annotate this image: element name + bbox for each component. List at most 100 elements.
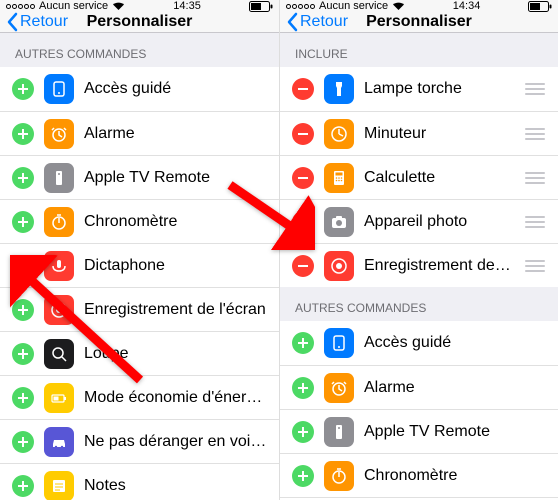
row-label: Chronomètre	[84, 213, 267, 231]
drag-handle-icon[interactable]	[524, 260, 546, 272]
signal-icon	[6, 4, 35, 9]
list-item: Mode économie d'énergie	[0, 375, 279, 419]
status-bar: Aucun service 14:35	[0, 0, 279, 12]
add-button[interactable]	[12, 123, 34, 145]
row-label: Loupe	[84, 345, 267, 363]
add-button[interactable]	[12, 78, 34, 100]
row-label: Alarme	[84, 125, 267, 143]
list-item: Alarme	[0, 111, 279, 155]
row-label: Notes	[84, 477, 267, 495]
remove-button[interactable]	[292, 211, 314, 233]
carrier-label: Aucun service	[39, 0, 108, 12]
list-item: Loupe	[0, 331, 279, 375]
phone-right: Aucun service 14:34 Retour Personnaliser…	[279, 0, 558, 500]
calc-icon	[324, 163, 354, 193]
remote-icon	[324, 417, 354, 447]
drag-handle-icon[interactable]	[524, 128, 546, 140]
row-label: Chronomètre	[364, 467, 546, 485]
list-item: Dictaphone	[0, 243, 279, 287]
row-label: Enregistrement de l'écran	[364, 257, 514, 275]
remote-icon	[44, 163, 74, 193]
wifi-icon	[112, 1, 125, 11]
list-item: Lampe torche	[280, 67, 558, 111]
list-item: Enregistrement de l'écran	[0, 287, 279, 331]
camera-icon	[324, 207, 354, 237]
list-item: Notes	[0, 463, 279, 500]
magnify-icon	[44, 339, 74, 369]
time-label: 14:35	[173, 0, 201, 12]
include-list: Lampe torche Minuteur Calculette Appareil p…	[280, 67, 558, 287]
add-button[interactable]	[292, 421, 314, 443]
navbar: Retour Personnaliser	[0, 12, 279, 33]
row-label: Mode économie d'énergie	[84, 389, 267, 407]
list-item: Apple TV Remote	[0, 155, 279, 199]
add-button[interactable]	[292, 377, 314, 399]
other-commands-list: Accès guidé Alarme Apple TV Remote Chronomè…	[0, 67, 279, 500]
back-button[interactable]: Retour	[0, 12, 74, 32]
alarm-icon	[44, 119, 74, 149]
back-label: Retour	[300, 13, 348, 31]
list-item: Accès guidé	[280, 321, 558, 365]
stopwatch-icon	[324, 461, 354, 491]
add-button[interactable]	[12, 343, 34, 365]
row-label: Lampe torche	[364, 80, 514, 98]
status-bar: Aucun service 14:34	[280, 0, 558, 12]
section-header-other: AUTRES COMMANDES	[0, 33, 279, 67]
add-button[interactable]	[12, 167, 34, 189]
battery-icon	[44, 383, 74, 413]
back-button[interactable]: Retour	[280, 12, 354, 32]
list-item: Chronomètre	[0, 199, 279, 243]
add-button[interactable]	[12, 299, 34, 321]
add-button[interactable]	[12, 211, 34, 233]
navbar: Retour Personnaliser	[280, 12, 558, 33]
drag-handle-icon[interactable]	[524, 172, 546, 184]
add-button[interactable]	[292, 332, 314, 354]
list-item: Minuteur	[280, 111, 558, 155]
section-header-other: AUTRES COMMANDES	[280, 287, 558, 321]
time-label: 14:34	[453, 0, 481, 12]
stopwatch-icon	[44, 207, 74, 237]
row-label: Apple TV Remote	[364, 423, 546, 441]
remove-button[interactable]	[292, 78, 314, 100]
list-item: Calculette	[280, 155, 558, 199]
row-label: Accès guidé	[364, 334, 546, 352]
chevron-left-icon	[286, 12, 298, 32]
list-item: Alarme	[280, 365, 558, 409]
list-item: Enregistrement de l'écran	[280, 243, 558, 287]
add-button[interactable]	[292, 465, 314, 487]
add-button[interactable]	[12, 431, 34, 453]
list-item: Accès guidé	[0, 67, 279, 111]
row-label: Accès guidé	[84, 80, 267, 98]
guided-icon	[44, 74, 74, 104]
remove-button[interactable]	[292, 123, 314, 145]
row-label: Dictaphone	[84, 257, 267, 275]
add-button[interactable]	[12, 387, 34, 409]
list-item: Chronomètre	[280, 453, 558, 497]
drag-handle-icon[interactable]	[524, 216, 546, 228]
drag-handle-icon[interactable]	[524, 83, 546, 95]
row-label: Enregistrement de l'écran	[84, 301, 267, 319]
back-label: Retour	[20, 13, 68, 31]
chevron-left-icon	[6, 12, 18, 32]
add-button[interactable]	[12, 255, 34, 277]
voice-icon	[44, 251, 74, 281]
remove-button[interactable]	[292, 167, 314, 189]
row-label: Apple TV Remote	[84, 169, 267, 187]
add-button[interactable]	[12, 475, 34, 497]
remove-button[interactable]	[292, 255, 314, 277]
row-label: Alarme	[364, 379, 546, 397]
battery-icon	[528, 1, 552, 12]
row-label: Appareil photo	[364, 213, 514, 231]
section-header-include: INCLURE	[280, 33, 558, 67]
notes-icon	[44, 471, 74, 500]
row-label: Minuteur	[364, 125, 514, 143]
battery-icon	[249, 1, 273, 12]
car-icon	[44, 427, 74, 457]
record-icon	[44, 295, 74, 325]
signal-icon	[286, 4, 315, 9]
row-label: Ne pas déranger en voiture	[84, 433, 267, 451]
list-item: Appareil photo	[280, 199, 558, 243]
other-commands-list: Accès guidé Alarme Apple TV Remote Chronomè…	[280, 321, 558, 500]
timer-icon	[324, 119, 354, 149]
row-label: Calculette	[364, 169, 514, 187]
